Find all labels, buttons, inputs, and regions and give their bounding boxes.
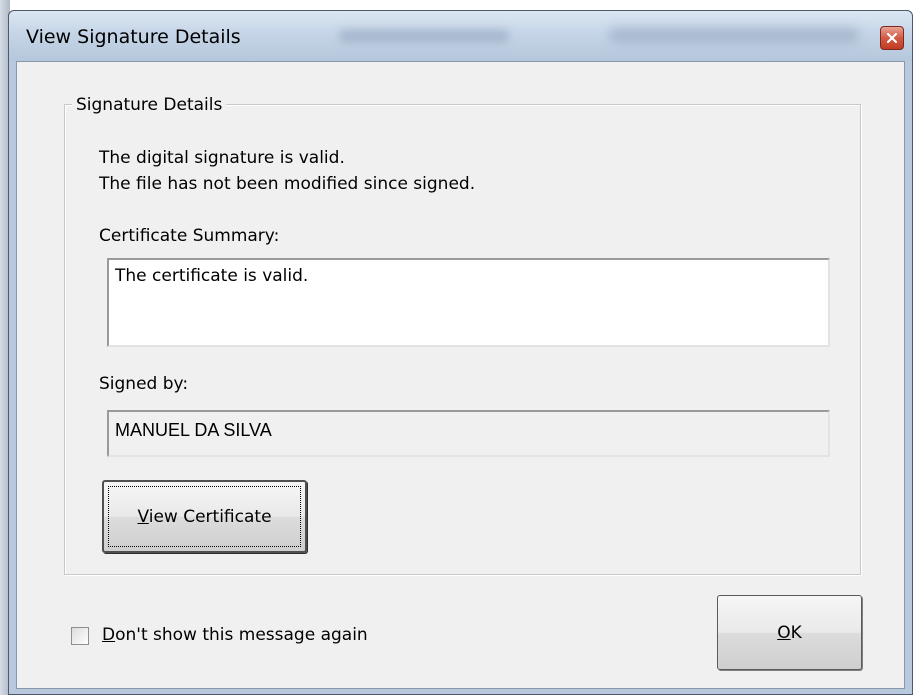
ok-label: OK bbox=[777, 622, 802, 643]
dont-show-again-checkbox[interactable] bbox=[71, 627, 89, 645]
title-bar-glass-reflection bbox=[609, 27, 859, 43]
group-title: Signature Details bbox=[72, 95, 227, 115]
signed-by-label: Signed by: bbox=[99, 374, 189, 394]
ok-button[interactable]: OK bbox=[717, 595, 862, 670]
focus-rectangle bbox=[108, 486, 301, 547]
window-title: View Signature Details bbox=[26, 26, 241, 48]
view-certificate-button[interactable]: View Certificate bbox=[102, 480, 307, 553]
signature-status-text: The digital signature is valid. bbox=[99, 148, 345, 168]
title-bar[interactable]: View Signature Details bbox=[9, 11, 912, 61]
dialog-client-area: Signature Details The digital signature … bbox=[16, 61, 905, 689]
title-bar-glass-reflection bbox=[339, 29, 509, 43]
signed-by-field[interactable]: MANUEL DA SILVA bbox=[107, 410, 830, 457]
close-icon bbox=[887, 33, 897, 43]
signer-name: MANUEL DA SILVA bbox=[115, 420, 272, 440]
certificate-summary-text: The certificate is valid. bbox=[115, 266, 309, 286]
certificate-summary-label: Certificate Summary: bbox=[99, 226, 280, 246]
dialog-window: View Signature Details Signature Details… bbox=[8, 10, 913, 695]
dont-show-again-label[interactable]: Don't show this message again bbox=[102, 625, 368, 645]
close-button[interactable] bbox=[880, 26, 904, 50]
file-status-text: The file has not been modified since sig… bbox=[99, 174, 476, 194]
certificate-summary-textbox[interactable]: The certificate is valid. bbox=[107, 258, 830, 347]
